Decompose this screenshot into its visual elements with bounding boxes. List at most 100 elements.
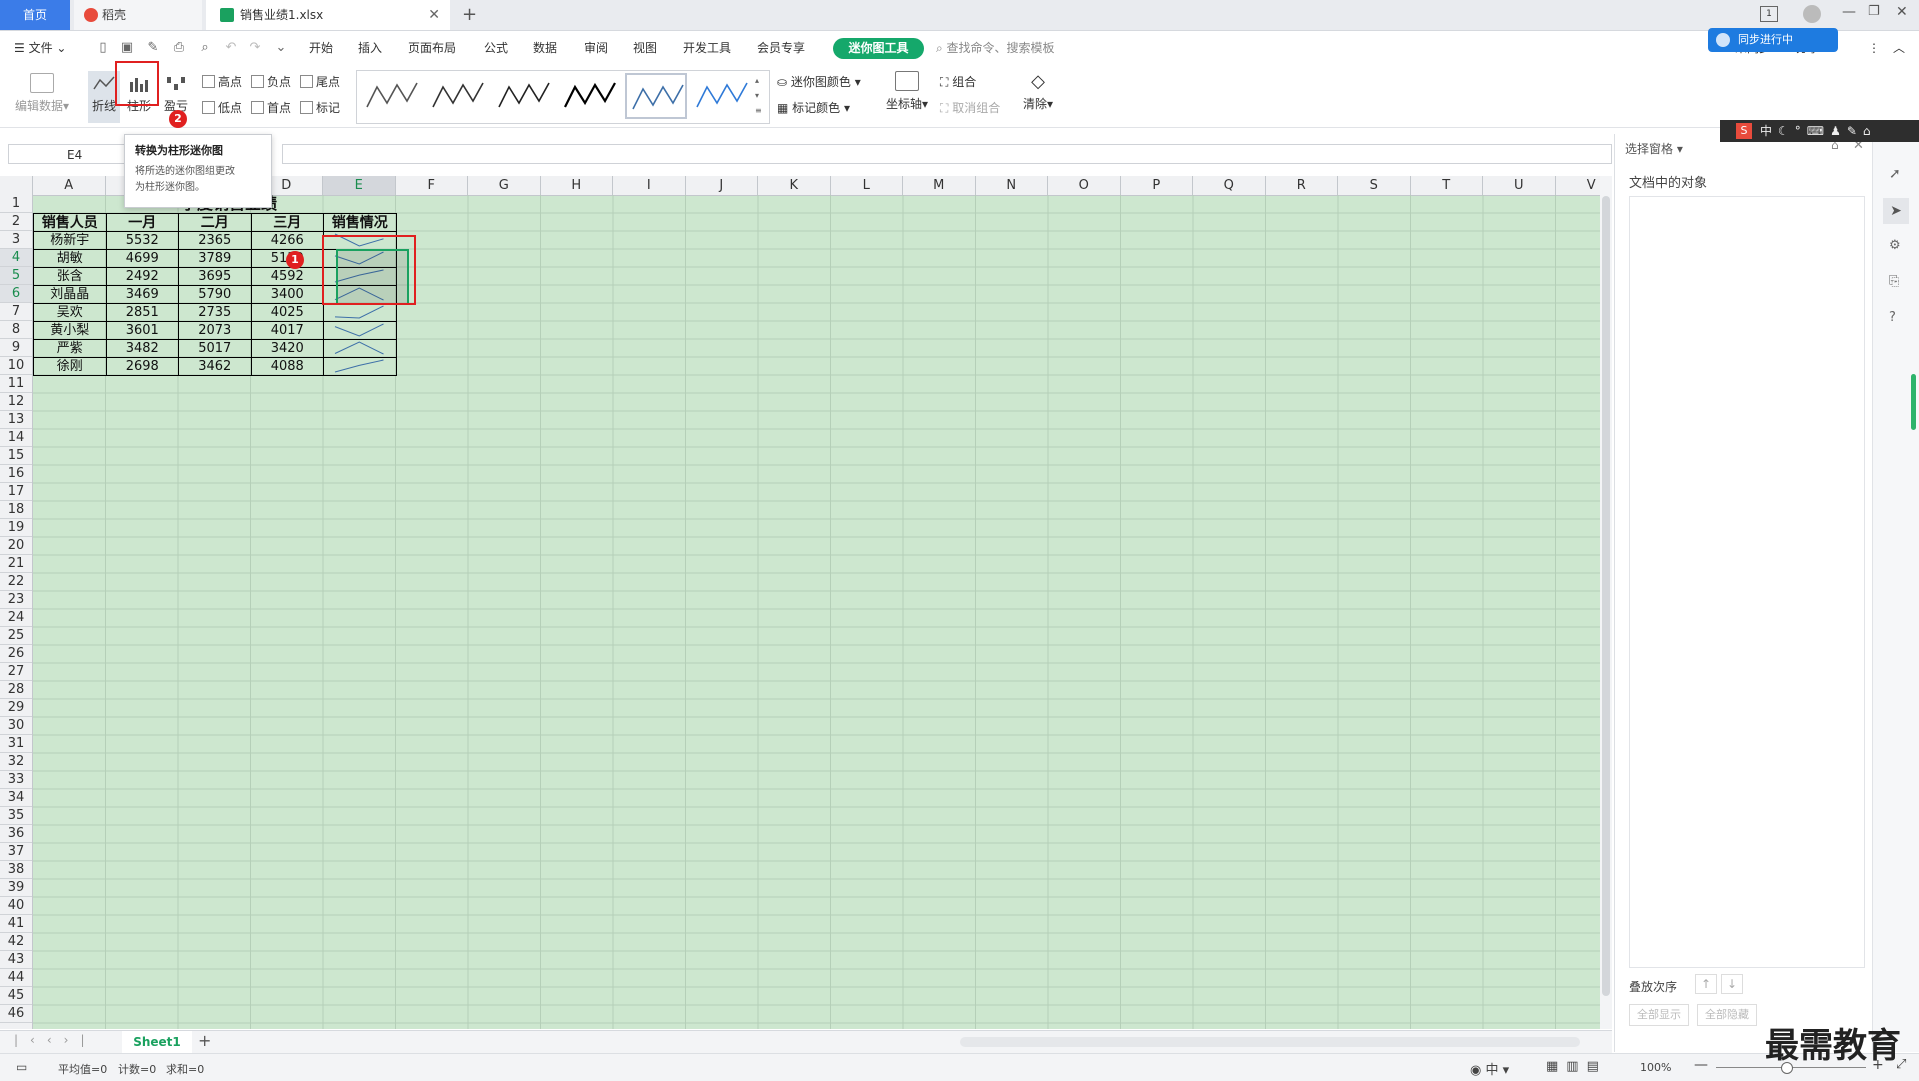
file-menu[interactable]: ☰ 文件 ⌄ [14,31,66,65]
column-header-h[interactable]: H [541,176,613,195]
add-sheet-icon[interactable]: + [198,1031,211,1050]
settings-sliders-icon[interactable]: ⚙ [1889,238,1901,253]
row-header[interactable]: 9 [0,339,32,357]
row-header[interactable]: 35 [0,807,32,825]
row-header[interactable]: 12 [0,393,32,411]
row-header[interactable]: 19 [0,519,32,537]
group-button[interactable]: ⛶ 组合 [940,73,976,90]
clear-button[interactable]: ◇ 清除▾ [1020,71,1056,112]
zoom-level[interactable]: 100% [1640,1061,1671,1074]
check-high-point[interactable]: 高点 [202,74,242,90]
sheet-nav-icon[interactable]: |‹‹›| [14,1033,96,1047]
menu-member[interactable]: 会员专享 [757,31,805,65]
eye-protection-icon[interactable]: ◉ 中 ▾ [1470,1059,1509,1078]
column-header-g[interactable]: G [468,176,541,195]
check-negative-point[interactable]: 负点 [251,74,291,90]
row-header[interactable]: 6 [0,285,32,303]
row-header[interactable]: 14 [0,429,32,447]
row-header[interactable]: 24 [0,609,32,627]
menu-view[interactable]: 视图 [633,31,657,65]
row-header[interactable]: 7 [0,303,32,321]
row-header[interactable]: 22 [0,573,32,591]
column-header-a[interactable]: A [33,176,106,195]
format-painter-icon[interactable]: ✎ [146,41,160,55]
column-header-n[interactable]: N [976,176,1048,195]
column-header-f[interactable]: F [396,176,468,195]
row-header[interactable]: 33 [0,771,32,789]
row-header[interactable]: 37 [0,843,32,861]
row-header[interactable]: 11 [0,375,32,393]
row-header[interactable]: 18 [0,501,32,519]
ime-toolbar[interactable]: S 中☾°⌨♟✎⌂ [1720,120,1919,142]
send-backward-icon[interactable]: ↓ [1721,974,1743,994]
row-header[interactable]: 15 [0,447,32,465]
sparkline-style-option[interactable] [493,73,555,119]
column-header-r[interactable]: R [1266,176,1338,195]
backup-icon[interactable]: ⎘ [1889,274,1899,289]
check-first-point[interactable]: 首点 [251,100,291,116]
tab-home[interactable]: 首页 [0,0,70,30]
row-header[interactable]: 23 [0,591,32,609]
sparkline-style-option[interactable] [559,73,621,119]
row-header[interactable]: 2 [0,213,32,231]
column-header-l[interactable]: L [831,176,903,195]
zoom-out-icon[interactable]: — [1694,1057,1708,1073]
formula-input[interactable] [282,144,1612,164]
vertical-scroll-thumb[interactable] [1602,196,1610,996]
row-header[interactable]: 5 [0,267,32,285]
window-count-icon[interactable]: 1 [1760,6,1778,22]
sparkline-style-option[interactable] [427,73,489,119]
row-header[interactable]: 31 [0,735,32,753]
column-header-j[interactable]: J [686,176,758,195]
column-header-m[interactable]: M [903,176,976,195]
row-header[interactable]: 4 [0,249,32,267]
menu-home[interactable]: 开始 [309,31,333,65]
restore-icon[interactable]: ❐ [1868,4,1880,19]
sparkline-style-option[interactable] [625,73,687,119]
row-header[interactable]: 17 [0,483,32,501]
objects-list[interactable] [1629,196,1865,968]
row-header[interactable]: 26 [0,645,32,663]
help-icon[interactable]: ? [1889,310,1896,325]
horizontal-scrollbar[interactable] [960,1037,1580,1047]
column-header-e[interactable]: E [323,176,396,195]
collapse-ribbon-icon[interactable]: ︿ [1893,31,1905,65]
axis-button[interactable]: 坐标轴▾ [884,71,930,112]
column-header-q[interactable]: Q [1193,176,1266,195]
check-markers[interactable]: 标记 [300,100,340,116]
row-header[interactable]: 13 [0,411,32,429]
redo-icon[interactable]: ↷ [248,41,262,55]
cloud-sync-button[interactable]: 同步进行中 [1708,28,1838,52]
new-icon[interactable]: ▯ [96,41,110,55]
customize-icon[interactable]: ⌄ [274,41,288,55]
check-low-point[interactable]: 低点 [202,100,242,116]
worksheet[interactable]: ABCDEFGHIJKLMNOPQRSTUV 12345678910111213… [0,176,1600,1029]
column-header-v[interactable]: V [1556,176,1601,195]
gallery-scroll-icon[interactable]: ▴ ▾ ≡ [755,73,762,118]
winloss-sparkline-button[interactable]: 盈亏 [160,71,192,114]
tab-daoke[interactable]: 稻壳 [74,0,202,30]
row-header[interactable]: 21 [0,555,32,573]
menu-data[interactable]: 数据 [533,31,557,65]
print-preview-icon[interactable]: ⌕ [198,41,212,55]
sheet-tab-sheet1[interactable]: Sheet1 [122,1031,192,1053]
row-header[interactable]: 27 [0,663,32,681]
marker-color-button[interactable]: ▦ 标记颜色 ▾ [777,99,850,116]
menu-formula[interactable]: 公式 [484,31,508,65]
row-header[interactable]: 1 [0,195,32,213]
row-header[interactable]: 44 [0,969,32,987]
macro-icon[interactable]: ▭ [16,1060,27,1074]
command-search[interactable]: ⌕ 查找命令、搜索模板 [936,31,1055,65]
check-last-point[interactable]: 尾点 [300,74,340,90]
rocket-icon[interactable]: ➚ [1889,166,1901,182]
sparkline-style-option[interactable] [361,73,423,119]
row-header[interactable]: 34 [0,789,32,807]
close-tab-icon[interactable]: ✕ [428,0,440,30]
row-header[interactable]: 40 [0,897,32,915]
column-header-p[interactable]: P [1121,176,1193,195]
sparkline-color-button[interactable]: ⛀ 迷你图颜色 ▾ [777,73,861,90]
column-header-u[interactable]: U [1483,176,1556,195]
view-mode-icons[interactable]: ▦▥▤ [1546,1059,1607,1074]
row-header[interactable]: 20 [0,537,32,555]
edit-data-button[interactable]: 编辑数据▾ [10,73,74,114]
